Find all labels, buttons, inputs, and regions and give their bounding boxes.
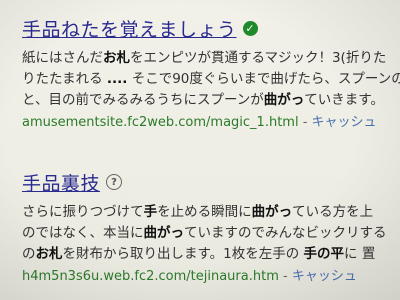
keyword-highlight: 手の平 — [303, 246, 345, 262]
snippet-line: のお札を財布から取り出します。1枚を左手の 手の平に 置 — [22, 246, 376, 262]
keyword-highlight: お札 — [103, 50, 130, 66]
cache-link[interactable]: キャッシュ — [312, 115, 377, 130]
keyword-highlight: 手 — [143, 204, 158, 220]
result-url: amusementsite.fc2web.com/magic_1.html — [22, 115, 299, 130]
result-title-link[interactable]: 手品ねたを覚えましょう — [22, 15, 237, 42]
result-title-row: 手品ねたを覚えましょう ✓ — [22, 14, 400, 42]
keyword-highlight: 曲がっ — [251, 204, 293, 220]
snippet-line: のではなく、本当に曲がっていますのでみんなビックリする — [22, 225, 387, 241]
result-title-row: 手品裏技 ? — [22, 168, 400, 196]
result-url: h4m5n3s6u.web.fc2.com/tejinaura.htm — [22, 269, 279, 284]
cache-link[interactable]: キャッシュ — [292, 269, 357, 284]
keyword-highlight: 曲がっ — [263, 92, 305, 108]
keyword-highlight: .... — [106, 71, 128, 87]
result-url-row: h4m5n3s6u.web.fc2.com/tejinaura.htm - キャ… — [22, 268, 400, 286]
url-separator: - — [298, 115, 312, 130]
snippet-line: 紙にはさんだお札をエンピツが貫通するマジック！3(折りた — [22, 50, 387, 66]
result-title-link[interactable]: 手品裏技 — [22, 169, 100, 196]
help-question-icon[interactable]: ? — [106, 174, 123, 190]
snippet-line: りたたまれる .... そこで90度ぐらいまで曲げたら、スプーンの — [22, 71, 400, 87]
verified-check-icon: ✓ — [242, 20, 258, 36]
search-result-1: 手品ねたを覚えましょう ✓ 紙にはさんだお札をエンピツが貫通するマジック！3(折… — [22, 14, 400, 132]
result-snippet: さらに振りつづけて手を止める瞬間に曲がっている方を上 のではなく、本当に曲がって… — [22, 202, 400, 265]
result-snippet: 紙にはさんだお札をエンピツが貫通するマジック！3(折りた りたたまれる ....… — [22, 48, 400, 111]
snippet-line: と、目の前でみるみるうちにスプーンが曲がっていきます。 — [22, 92, 384, 108]
keyword-highlight: 曲がっ — [143, 225, 185, 241]
keyword-highlight: お札 — [35, 246, 63, 262]
url-separator: - — [278, 269, 292, 284]
search-result-2: 手品裏技 ? さらに振りつづけて手を止める瞬間に曲がっている方を上 のではなく、… — [22, 168, 400, 286]
result-url-row: amusementsite.fc2web.com/magic_1.html - … — [22, 114, 400, 132]
snippet-line: さらに振りつづけて手を止める瞬間に曲がっている方を上 — [22, 204, 374, 220]
